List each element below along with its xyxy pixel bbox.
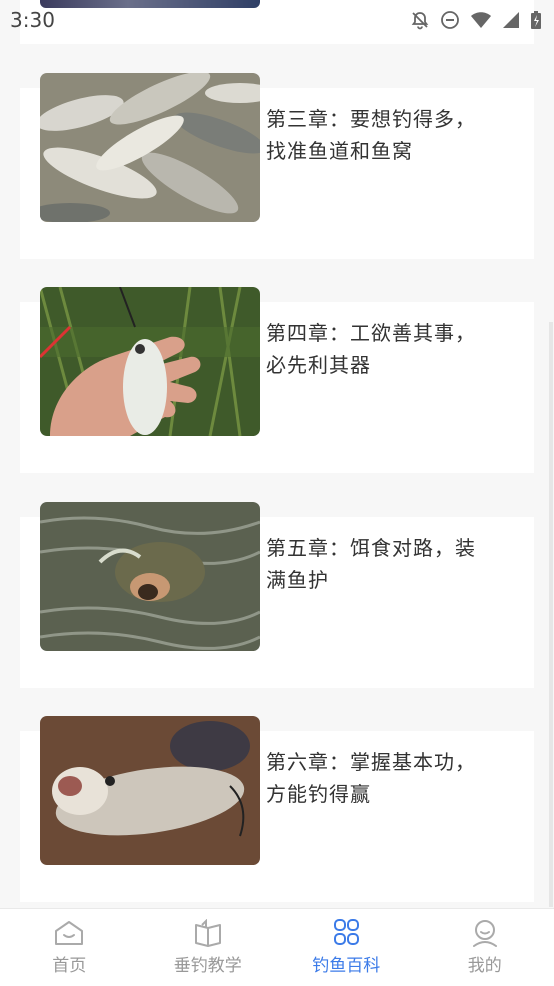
book-icon: [192, 919, 224, 947]
scrollbar[interactable]: [549, 322, 553, 907]
chapter-thumbnail-6: [40, 716, 260, 865]
battery-charging-icon: [530, 10, 542, 30]
nav-item-profile[interactable]: 我的: [416, 909, 554, 986]
nav-label-profile: 我的: [468, 951, 502, 976]
chapter-title-3: 第三章：要想钓得多，找准鱼道和鱼窝: [266, 103, 496, 167]
do-not-disturb-icon: [440, 10, 460, 30]
nav-label-tutorial: 垂钓教学: [174, 951, 242, 976]
chapter-title-6: 第六章：掌握基本功，方能钓得赢: [266, 746, 496, 810]
chapter-thumbnail-4: [40, 287, 260, 436]
home-icon: [53, 919, 85, 947]
bottom-nav: 首页 垂钓教学 钓鱼百科 我的: [0, 908, 554, 986]
chapter-thumbnail-3: [40, 73, 260, 222]
user-icon: [469, 919, 501, 947]
nav-label-encyclopedia: 钓鱼百科: [312, 951, 380, 976]
chapter-title-4: 第四章：工欲善其事，必先利其器: [266, 317, 496, 381]
status-time: 3:30: [10, 8, 55, 32]
status-icons: [410, 10, 542, 30]
nav-item-encyclopedia[interactable]: 钓鱼百科: [277, 909, 416, 986]
chapter-title-5: 第五章：饵食对路，装满鱼护: [266, 532, 496, 596]
chapter-thumbnail-5: [40, 502, 260, 651]
notifications-off-icon: [410, 10, 430, 30]
cell-signal-icon: [502, 10, 520, 30]
nav-item-home[interactable]: 首页: [0, 909, 139, 986]
grid-apps-icon: [330, 919, 362, 947]
nav-item-tutorial[interactable]: 垂钓教学: [139, 909, 278, 986]
wifi-icon: [470, 10, 492, 30]
nav-label-home: 首页: [52, 951, 86, 976]
status-bar: 3:30: [0, 0, 554, 40]
